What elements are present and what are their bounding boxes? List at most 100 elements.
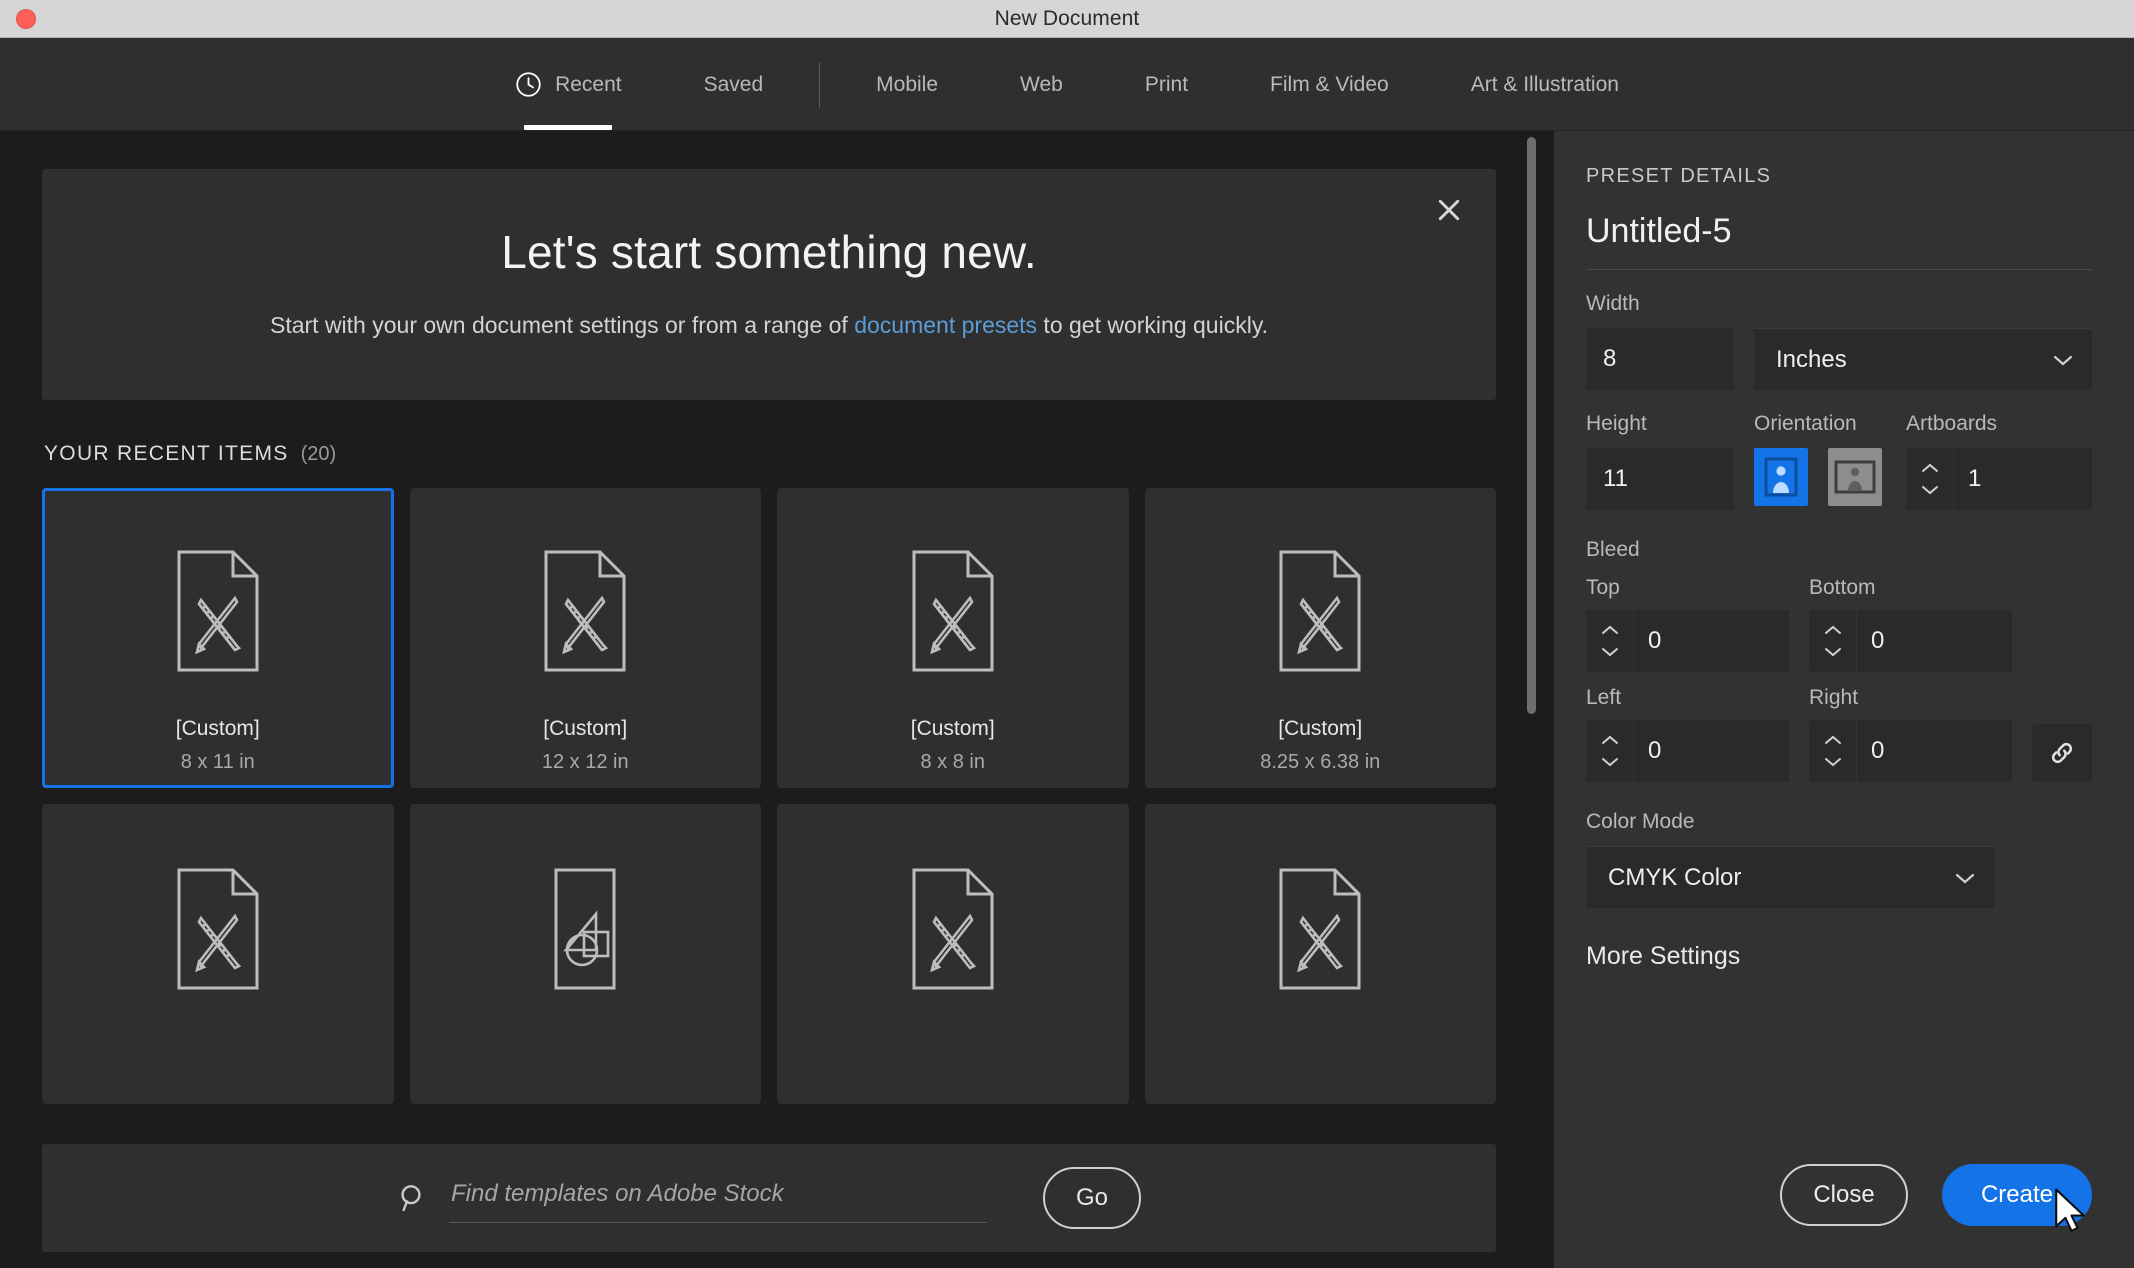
bleed-bottom-stepper[interactable]	[1809, 610, 2012, 672]
bleed-top-input[interactable]	[1634, 610, 1789, 672]
document-presets-link[interactable]: document presets	[854, 312, 1037, 338]
color-mode-label: Color Mode	[1586, 810, 1695, 833]
hero-close-button[interactable]	[1430, 191, 1468, 229]
tab-web[interactable]: Web	[1010, 38, 1073, 130]
recent-item-name: [Custom]	[175, 717, 260, 741]
recent-item-card[interactable]	[777, 804, 1129, 1105]
tab-art-illustration[interactable]: Art & Illustration	[1461, 38, 1629, 130]
tab-mobile[interactable]: Mobile	[866, 38, 948, 130]
scrollbar-thumb[interactable]	[1527, 137, 1536, 715]
tab-film-video[interactable]: Film & Video	[1260, 38, 1399, 130]
preset-details-label: PRESET DETAILS	[1586, 165, 1772, 187]
bleed-top-label: Top	[1586, 576, 1620, 599]
units-value: Inches	[1776, 345, 1847, 373]
artboards-input[interactable]	[1954, 448, 2092, 510]
tab-recent-label: Recent	[555, 72, 622, 96]
close-button[interactable]: Close	[1780, 1164, 1908, 1226]
color-mode-value: CMYK Color	[1608, 863, 1742, 891]
height-input[interactable]	[1586, 448, 1734, 510]
recent-items-grid: [Custom] 8 x 11 in [Custom] 12 x 12 in […	[42, 488, 1496, 1105]
chevron-down-icon	[1601, 648, 1618, 657]
chevron-down-icon	[1824, 758, 1841, 767]
chevron-down-icon	[1921, 486, 1938, 495]
recent-item-dimensions: 12 x 12 in	[541, 751, 629, 774]
search-input[interactable]	[449, 1173, 987, 1223]
artboards-stepper-arrows[interactable]	[1906, 448, 1954, 510]
tab-saved-label: Saved	[703, 72, 764, 96]
bleed-left-label: Left	[1586, 686, 1622, 709]
units-select[interactable]: Inches	[1754, 328, 2092, 390]
mouse-cursor-icon	[2055, 1188, 2085, 1233]
bleed-right-stepper[interactable]	[1809, 720, 2012, 782]
orientation-landscape-button[interactable]	[1828, 448, 1882, 506]
document-ruler-pencil-icon	[542, 541, 628, 681]
tab-saved[interactable]: Saved	[694, 38, 774, 130]
more-settings-button[interactable]: More Settings	[1586, 942, 2092, 971]
document-ruler-pencil-icon	[175, 859, 261, 999]
hero-description: Start with your own document settings or…	[264, 309, 1274, 342]
document-ruler-pencil-icon	[175, 541, 261, 681]
recent-item-dimensions: 8 x 11 in	[180, 751, 255, 774]
width-input[interactable]	[1586, 328, 1734, 390]
bleed-right-arrows[interactable]	[1809, 720, 1857, 782]
panel-action-buttons: Close Create	[1780, 1164, 2092, 1233]
bleed-label: Bleed	[1586, 538, 1640, 561]
document-shapes-icon	[542, 859, 628, 999]
hero-heading: Let's start something new.	[501, 226, 1037, 278]
document-ruler-pencil-icon	[1277, 541, 1363, 681]
chevron-down-icon	[1824, 648, 1841, 657]
bleed-left-stepper[interactable]	[1586, 720, 1789, 782]
chevron-down-icon	[1601, 758, 1618, 767]
chevron-down-icon	[1955, 873, 1975, 883]
bleed-top-stepper[interactable]	[1586, 610, 1789, 672]
document-name-field[interactable]: Untitled-5	[1586, 212, 2092, 251]
tab-mobile-label: Mobile	[876, 72, 939, 96]
bleed-link-button[interactable]	[2032, 724, 2092, 782]
bleed-right-input[interactable]	[1857, 720, 2012, 782]
tab-print[interactable]: Print	[1135, 38, 1198, 130]
window-title: New Document	[994, 6, 1140, 30]
recent-item-card[interactable]	[1144, 804, 1496, 1105]
title-bar: New Document	[0, 0, 2134, 38]
search-go-button[interactable]: Go	[1043, 1167, 1141, 1229]
hero-text-after: to get working quickly.	[1037, 312, 1269, 338]
close-icon	[1438, 199, 1460, 221]
recent-item-card[interactable]: [Custom] 8.25 x 6.38 in	[1144, 488, 1496, 789]
recent-item-card[interactable]	[409, 804, 761, 1105]
recent-item-card[interactable]: [Custom] 8 x 11 in	[42, 488, 394, 789]
artboards-label: Artboards	[1906, 412, 1998, 435]
bleed-top-arrows[interactable]	[1586, 610, 1634, 672]
close-window-button[interactable]	[16, 8, 36, 29]
bleed-left-arrows[interactable]	[1586, 720, 1634, 782]
bleed-bottom-input[interactable]	[1857, 610, 2012, 672]
bleed-right-label: Right	[1809, 686, 1859, 709]
bleed-bottom-arrows[interactable]	[1809, 610, 1857, 672]
portrait-icon	[1764, 457, 1798, 497]
recent-items-count: (20)	[300, 443, 337, 466]
color-mode-select[interactable]: CMYK Color	[1586, 846, 1994, 908]
recent-item-name: [Custom]	[910, 717, 995, 741]
main-content: Let's start something new. Start with yo…	[0, 131, 1554, 1268]
new-document-dialog: New Document Recent Saved Mobile Web Pri…	[0, 0, 2134, 1268]
preset-details-panel: PRESET DETAILS Untitled-5 Width Inches	[1554, 131, 2134, 1268]
adobe-stock-search-bar: Go	[42, 1144, 1496, 1252]
hero-banner: Let's start something new. Start with yo…	[42, 169, 1496, 401]
orientation-portrait-button[interactable]	[1754, 448, 1808, 506]
recent-item-card[interactable]: [Custom] 8 x 8 in	[777, 488, 1129, 789]
recent-item-card[interactable]	[42, 804, 394, 1105]
chevron-down-icon	[2053, 355, 2073, 365]
bleed-left-input[interactable]	[1634, 720, 1789, 782]
recent-items-label: YOUR RECENT ITEMS	[44, 442, 289, 466]
tab-recent[interactable]: Recent	[505, 38, 632, 130]
tab-print-label: Print	[1144, 72, 1189, 96]
document-ruler-pencil-icon	[910, 541, 996, 681]
recent-item-name: [Custom]	[1278, 717, 1363, 741]
chevron-up-icon	[1824, 625, 1841, 634]
recent-items-header: YOUR RECENT ITEMS (20)	[42, 442, 1496, 466]
document-ruler-pencil-icon	[1277, 859, 1363, 999]
vertical-scrollbar[interactable]	[1527, 131, 1536, 1126]
artboards-stepper[interactable]	[1906, 448, 2092, 510]
recent-item-card[interactable]: [Custom] 12 x 12 in	[409, 488, 761, 789]
chevron-up-icon	[1921, 463, 1938, 472]
document-ruler-pencil-icon	[910, 859, 996, 999]
